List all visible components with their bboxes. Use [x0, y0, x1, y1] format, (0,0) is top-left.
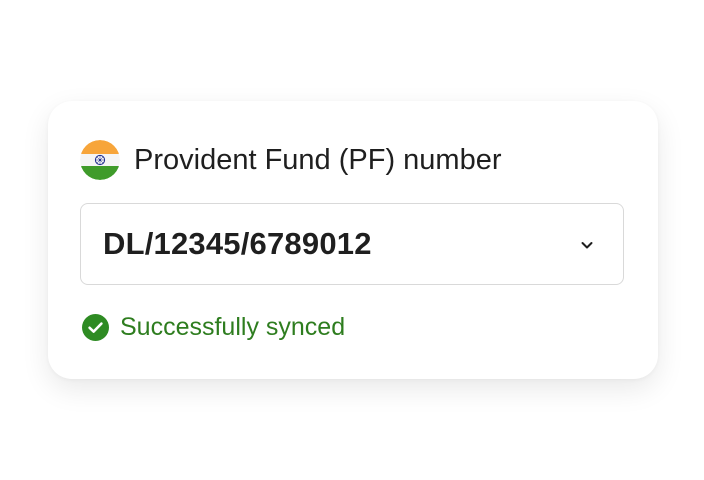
- india-flag-icon: [80, 140, 120, 180]
- pf-number-select[interactable]: DL/12345/6789012: [80, 203, 624, 285]
- check-circle-icon: [82, 313, 109, 341]
- pf-number-value: DL/12345/6789012: [103, 226, 372, 261]
- status-text: Successfully synced: [120, 312, 346, 341]
- sync-status: Successfully synced: [82, 312, 345, 342]
- field-label-row: Provident Fund (PF) number: [80, 139, 501, 181]
- field-label: Provident Fund (PF) number: [134, 143, 502, 176]
- chevron-down-icon[interactable]: [579, 237, 595, 253]
- pf-number-card: Provident Fund (PF) number DL/12345/6789…: [48, 101, 658, 379]
